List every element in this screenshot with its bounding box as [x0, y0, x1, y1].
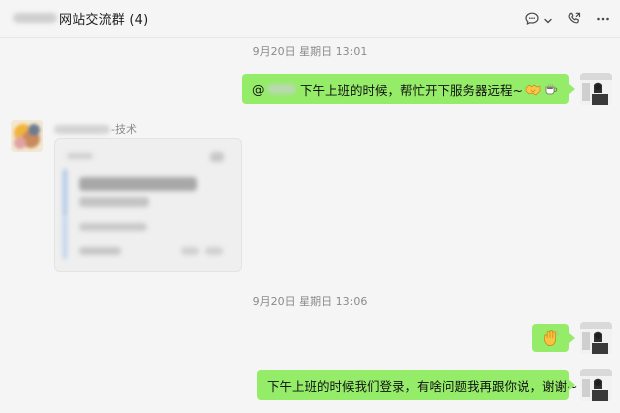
sender-avatar[interactable] — [11, 120, 43, 152]
card-blur-line-3 — [79, 247, 121, 255]
blurred-card-message[interactable] — [54, 138, 242, 272]
sender-suffix: -技术 — [111, 123, 137, 136]
chat-title-text: 网站交流群 (4) — [59, 12, 149, 28]
waving-hand-icon — [542, 329, 560, 347]
mention-prefix: @ — [252, 81, 265, 97]
card-blur-line-2 — [79, 223, 147, 231]
outgoing-message-1-text: 下午上班的时候，帮忙开下服务器远程~ — [300, 82, 523, 98]
outgoing-message-2-text: 下午上班的时候我们登录，有啥问题我再跟你说，谢谢~ — [267, 378, 578, 394]
outgoing-message-2[interactable]: 下午上班的时候我们登录，有啥问题我再跟你说，谢谢~ — [257, 370, 577, 400]
my-avatar[interactable] — [580, 369, 612, 401]
chat-title: 网站交流群 (4) — [13, 9, 149, 28]
card-blur-line — [67, 153, 93, 159]
blurred-group-name-prefix — [13, 13, 57, 23]
card-accent-strip-1 — [63, 169, 67, 217]
timestamp-2: 9月20日 星期日 13:06 — [252, 295, 368, 308]
chat-bubble-icon[interactable] — [521, 8, 543, 30]
phone-call-icon[interactable] — [563, 8, 585, 30]
card-blur-subtitle — [79, 197, 149, 207]
timestamp-1: 9月20日 星期日 13:01 — [252, 45, 368, 58]
blurred-mention — [266, 84, 297, 94]
my-avatar[interactable] — [580, 322, 612, 354]
my-avatar[interactable] — [580, 73, 612, 105]
chevron-down-icon[interactable] — [542, 12, 554, 24]
chat-header: 网站交流群 (4) — [0, 0, 620, 38]
blurred-sender-name — [54, 124, 110, 134]
handshake-icon — [525, 82, 541, 96]
coffee-icon — [543, 82, 559, 96]
card-blur-line-4 — [181, 247, 199, 255]
sender-name: -技术 — [54, 121, 137, 137]
card-blur-icon — [210, 152, 224, 162]
card-blur-line-5 — [205, 247, 223, 255]
card-accent-strip-2 — [63, 217, 67, 259]
outgoing-emoji-message[interactable] — [532, 324, 569, 352]
outgoing-message-1[interactable]: @ 下午上班的时候，帮忙开下服务器远程~ — [242, 74, 569, 104]
card-blur-title — [79, 177, 197, 191]
more-icon[interactable] — [592, 8, 614, 30]
